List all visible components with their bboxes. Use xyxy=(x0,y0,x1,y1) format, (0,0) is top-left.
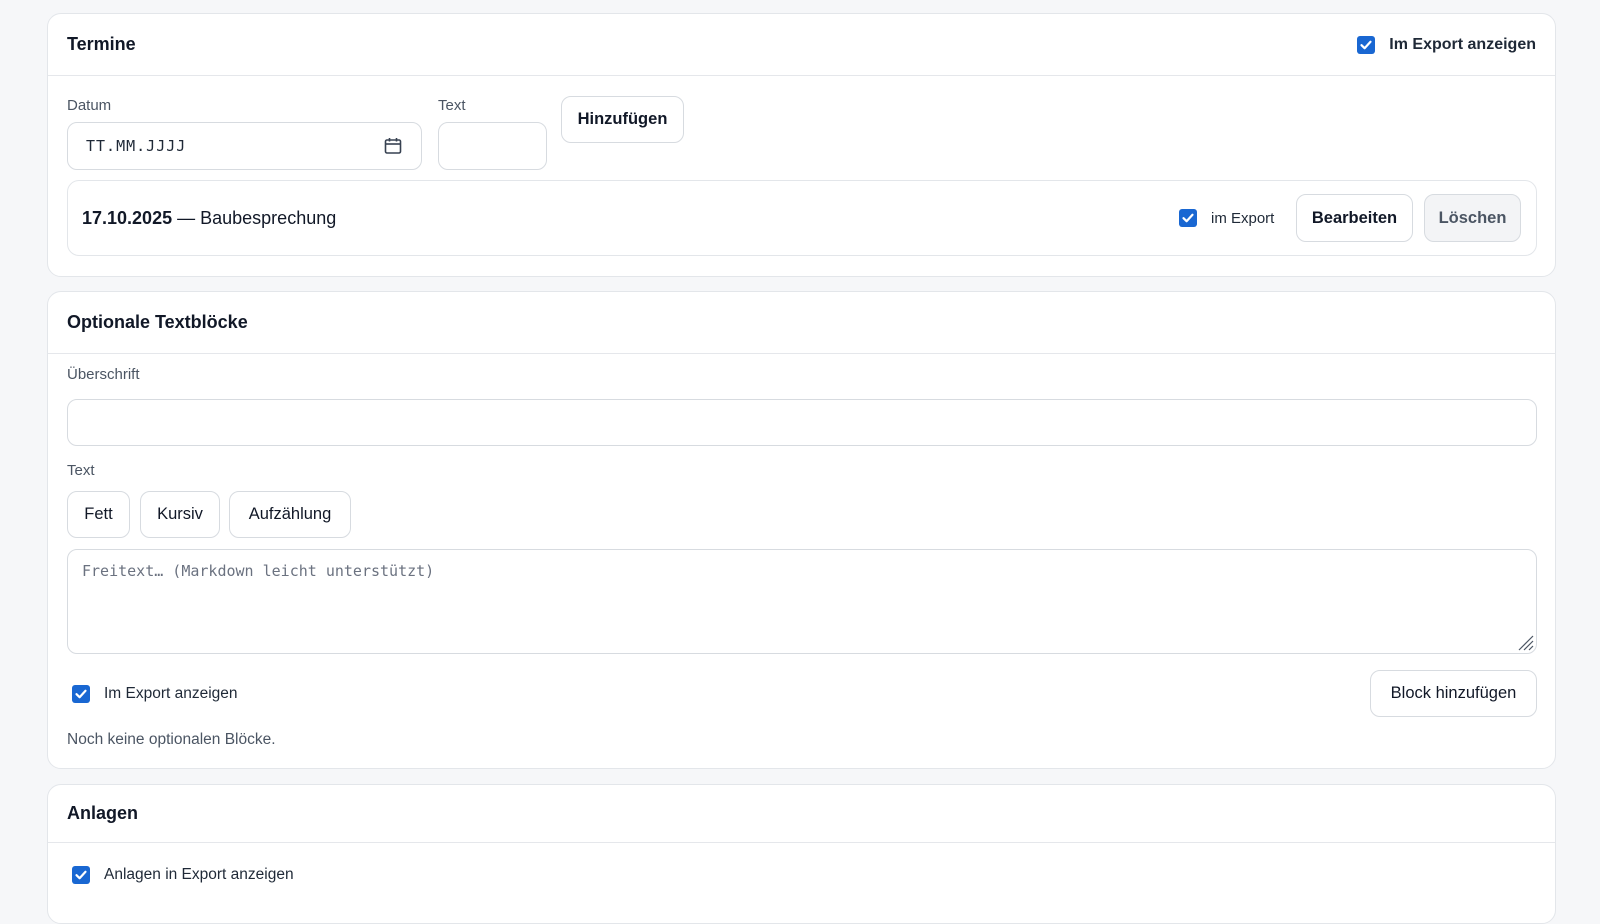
delete-termin-button[interactable]: Löschen xyxy=(1424,194,1521,242)
termine-header: Termine Im Export anzeigen xyxy=(48,14,1555,76)
checkmark-icon[interactable] xyxy=(72,685,90,703)
textblock-export-label: Im Export anzeigen xyxy=(104,685,238,702)
bold-button[interactable]: Fett xyxy=(67,491,130,538)
textblock-textarea[interactable]: Freitext… (Markdown leicht unterstützt) xyxy=(67,549,1537,654)
anlagen-title: Anlagen xyxy=(67,803,139,823)
termine-title: Termine xyxy=(67,34,136,54)
heading-label: Überschrift xyxy=(67,366,140,383)
edit-termin-button[interactable]: Bearbeiten xyxy=(1296,194,1413,242)
checkmark-icon[interactable] xyxy=(1179,209,1197,227)
anlagen-card: Anlagen Anlagen in Export anzeigen xyxy=(47,784,1556,924)
bullet-list-button[interactable]: Aufzählung xyxy=(229,491,351,538)
date-label: Datum xyxy=(67,97,112,114)
termin-entry-text: 17.10.2025 — Baubesprechung xyxy=(82,208,336,229)
checkmark-icon[interactable] xyxy=(1357,35,1376,54)
anlagen-export-toggle[interactable]: Anlagen in Export anzeigen xyxy=(72,866,294,884)
anlagen-header: Anlagen xyxy=(48,785,1555,843)
date-placeholder: TT.MM.JJJJ xyxy=(86,137,187,155)
anlagen-export-label: Anlagen in Export anzeigen xyxy=(104,866,294,883)
add-termin-button[interactable]: Hinzufügen xyxy=(561,96,684,143)
termin-entry-export-toggle[interactable]: im Export xyxy=(1179,209,1274,227)
italic-button[interactable]: Kursiv xyxy=(140,491,220,538)
termin-entry-export-label: im Export xyxy=(1211,209,1275,227)
date-input[interactable]: TT.MM.JJJJ xyxy=(67,122,422,170)
checkmark-icon[interactable] xyxy=(72,866,90,884)
textblock-export-toggle[interactable]: Im Export anzeigen xyxy=(72,685,238,703)
heading-input[interactable] xyxy=(67,399,1537,446)
termin-entry-date: 17.10.2025 xyxy=(82,207,173,228)
termin-text-input[interactable] xyxy=(438,122,547,170)
termine-card: Termine Im Export anzeigen Datum TT.MM.J… xyxy=(47,13,1556,277)
termin-entry: 17.10.2025 — Baubesprechung im Export Be… xyxy=(67,180,1537,256)
termin-entry-separator: — xyxy=(177,207,196,228)
textbloecke-title: Optionale Textblöcke xyxy=(67,312,248,332)
termin-entry-title: Baubesprechung xyxy=(200,207,337,228)
textbloecke-card: Optionale Textblöcke Überschrift Text Fe… xyxy=(47,291,1556,769)
termine-export-label: Im Export anzeigen xyxy=(1389,35,1536,53)
empty-blocks-note: Noch keine optionalen Blöcke. xyxy=(67,731,276,748)
resize-grip-icon[interactable] xyxy=(1516,633,1534,651)
text-label: Text xyxy=(438,97,466,114)
textarea-placeholder: Freitext… (Markdown leicht unterstützt) xyxy=(82,562,435,580)
textbloecke-header: Optionale Textblöcke xyxy=(48,292,1555,354)
calendar-icon[interactable] xyxy=(383,136,403,156)
textblock-text-label: Text xyxy=(67,462,95,479)
add-block-button[interactable]: Block hinzufügen xyxy=(1370,670,1537,717)
termine-export-toggle[interactable]: Im Export anzeigen xyxy=(1357,35,1536,54)
